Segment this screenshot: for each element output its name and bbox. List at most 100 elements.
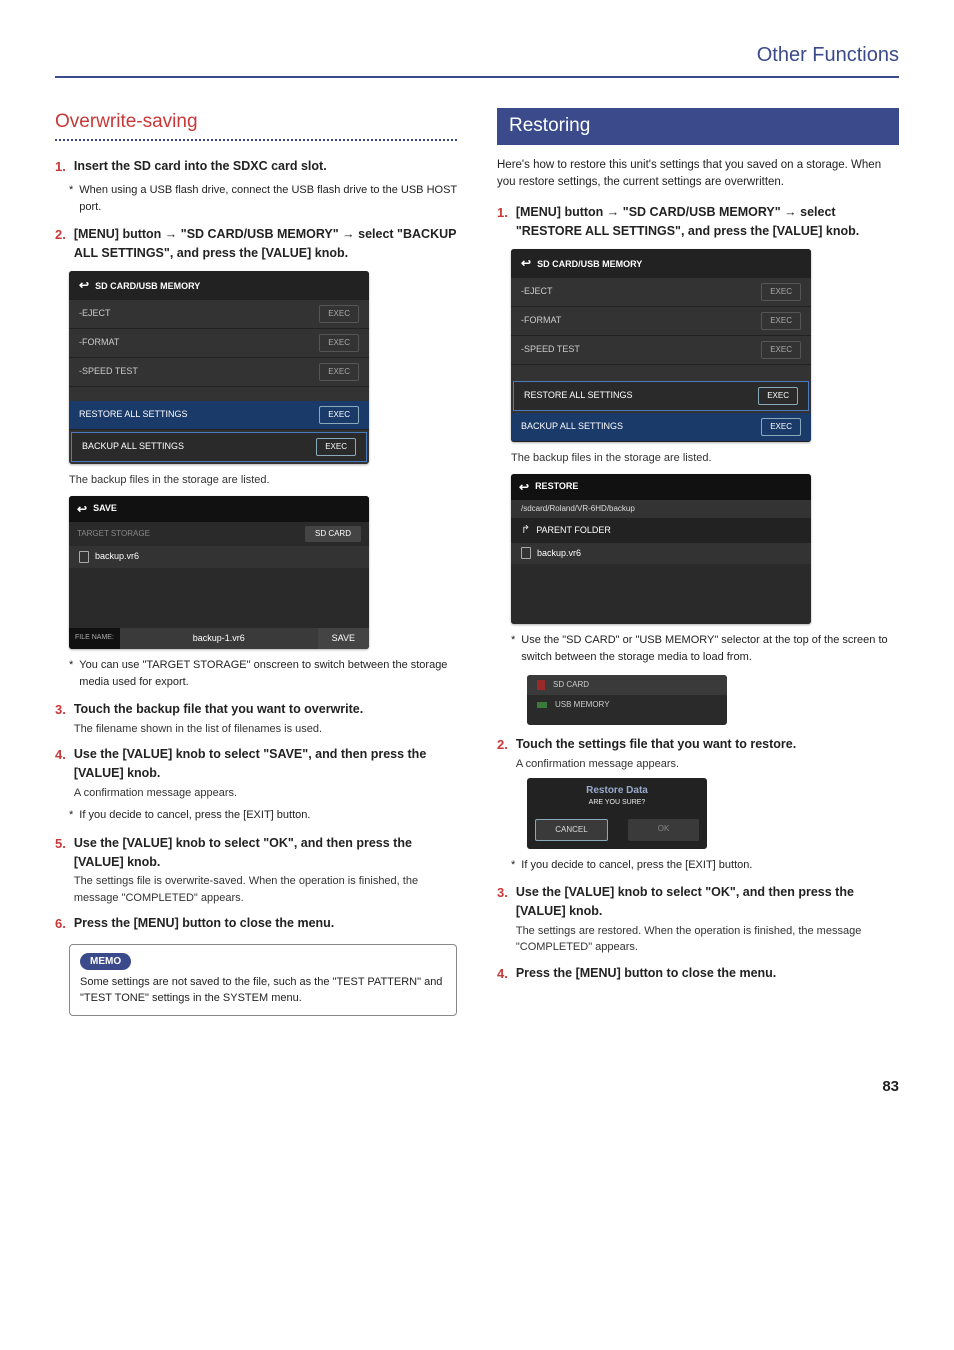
step-2: 2. [MENU] button → "SD CARD/USB MEMORY" … [55, 225, 457, 263]
selector-usb-memory[interactable]: USB MEMORY [527, 695, 727, 715]
menu-backup-all[interactable]: BACKUP ALL SETTINGSEXEC [511, 413, 811, 442]
restoring-intro: Here's how to restore this unit's settin… [497, 157, 899, 192]
step-2-title: [MENU] button → "SD CARD/USB MEMORY" → s… [74, 225, 457, 263]
step-1: 1. Insert the SD card into the SDXC card… [55, 157, 457, 177]
exec-button[interactable]: EXEC [761, 312, 801, 330]
dialog-subtitle: ARE YOU SURE? [527, 798, 707, 815]
step-4-title: Use the [VALUE] knob to select "SAVE", a… [74, 745, 457, 783]
r-step-3: 3. Use the [VALUE] knob to select "OK", … [497, 883, 899, 956]
r-step-2-sub: A confirmation message appears. [516, 756, 899, 773]
exec-button[interactable]: EXEC [319, 363, 359, 381]
step-number: 4. [497, 964, 508, 984]
menu-speed-test[interactable]: -SPEED TESTEXEC [69, 358, 369, 387]
parent-folder-row[interactable]: PARENT FOLDER [511, 518, 811, 543]
exec-button[interactable]: EXEC [319, 334, 359, 352]
filename-row: FILE NAME: backup-1.vr6 SAVE [69, 628, 369, 650]
cancel-button[interactable]: CANCEL [535, 819, 608, 841]
step-4: 4. Use the [VALUE] knob to select "SAVE"… [55, 745, 457, 801]
ok-button[interactable]: OK [628, 819, 699, 841]
file-row[interactable]: backup.vr6 [69, 546, 369, 568]
restore-confirm-dialog: Restore Data ARE YOU SURE? CANCEL OK [527, 778, 707, 849]
sd-card-icon [537, 680, 545, 690]
exec-button[interactable]: EXEC [319, 406, 359, 424]
memo-box: MEMO Some settings are not saved to the … [69, 944, 457, 1016]
r-step-2-note: *If you decide to cancel, press the [EXI… [511, 857, 899, 874]
r-step-4-title: Press the [MENU] button to close the men… [516, 964, 899, 983]
menu-format[interactable]: -FORMATEXEC [511, 307, 811, 336]
memo-text: Some settings are not saved to the file,… [80, 974, 446, 1007]
step-number: 6. [55, 914, 66, 934]
file-icon [79, 551, 89, 563]
target-storage-row: TARGET STORAGESD CARD [69, 522, 369, 546]
page-header: Other Functions [55, 40, 899, 78]
step-6: 6. Press the [MENU] button to close the … [55, 914, 457, 934]
r-step-4: 4. Press the [MENU] button to close the … [497, 964, 899, 984]
back-arrow-icon[interactable]: ↩ [519, 478, 529, 496]
step-1-note: *When using a USB flash drive, connect t… [69, 182, 457, 215]
menu-format[interactable]: -FORMATEXEC [69, 329, 369, 358]
right-column: Restoring Here's how to restore this uni… [497, 108, 899, 1016]
filename-value[interactable]: backup-1.vr6 [120, 628, 318, 650]
menu-restore-all[interactable]: RESTORE ALL SETTINGSEXEC [69, 401, 369, 430]
panel-header: ↩SD CARD/USB MEMORY [511, 249, 811, 278]
menu-restore-all-selected[interactable]: RESTORE ALL SETTINGSEXEC [513, 381, 809, 411]
step-5-sub: The settings file is overwrite-saved. Wh… [74, 873, 457, 906]
r-step-3-sub: The settings are restored. When the oper… [516, 923, 899, 956]
step-6-title: Press the [MENU] button to close the men… [74, 914, 457, 933]
restore-panel-header: ↩RESTORE [511, 474, 811, 500]
step-4-note: *If you decide to cancel, press the [EXI… [69, 807, 457, 824]
dialog-title: Restore Data [527, 778, 707, 798]
restoring-heading: Restoring [497, 108, 899, 145]
exec-button[interactable]: EXEC [761, 283, 801, 301]
step-number: 3. [55, 700, 66, 737]
exec-button[interactable]: EXEC [761, 418, 801, 436]
exec-button[interactable]: EXEC [319, 305, 359, 323]
step-1-title: Insert the SD card into the SDXC card sl… [74, 157, 457, 176]
parent-folder-icon [521, 522, 530, 539]
menu-eject[interactable]: -EJECTEXEC [511, 278, 811, 307]
exec-button[interactable]: EXEC [761, 341, 801, 359]
exec-button[interactable]: EXEC [758, 387, 798, 405]
sd-usb-memory-panel: ↩SD CARD/USB MEMORY -EJECTEXEC -FORMATEX… [69, 271, 369, 464]
restore-path: /sdcard/Roland/VR-6HD/backup [511, 500, 811, 518]
r-step-1-caption: The backup files in the storage are list… [511, 450, 899, 467]
target-storage-value[interactable]: SD CARD [305, 526, 361, 542]
step-number: 3. [497, 883, 508, 956]
save-button[interactable]: SAVE [318, 628, 369, 650]
back-arrow-icon[interactable]: ↩ [79, 276, 89, 294]
restore-panel: ↩RESTORE /sdcard/Roland/VR-6HD/backup PA… [511, 474, 811, 624]
selector-sd-card[interactable]: SD CARD [527, 675, 727, 695]
content-columns: Overwrite-saving 1. Insert the SD card i… [55, 108, 899, 1016]
r-step-2: 2. Touch the settings file that you want… [497, 735, 899, 772]
storage-selector: SD CARD USB MEMORY [527, 675, 727, 725]
page-category: Other Functions [55, 40, 899, 70]
exec-button[interactable]: EXEC [316, 438, 356, 456]
menu-speed-test[interactable]: -SPEED TESTEXEC [511, 336, 811, 365]
r-step-3-title: Use the [VALUE] knob to select "OK", and… [516, 883, 899, 921]
r-step-1-note: *Use the "SD CARD" or "USB MEMORY" selec… [511, 632, 899, 665]
memo-badge: MEMO [80, 953, 131, 970]
r-step-1-title: [MENU] button → "SD CARD/USB MEMORY" → s… [516, 203, 899, 241]
back-arrow-icon[interactable]: ↩ [521, 254, 531, 272]
overwrite-heading: Overwrite-saving [55, 108, 457, 137]
step-3: 3. Touch the backup file that you want t… [55, 700, 457, 737]
usb-icon [537, 702, 547, 708]
step-number: 2. [497, 735, 508, 772]
step-number: 1. [55, 157, 66, 177]
step-3-title: Touch the backup file that you want to o… [74, 700, 457, 719]
file-icon [521, 547, 531, 559]
file-row[interactable]: backup.vr6 [511, 543, 811, 565]
step-3-sub: The filename shown in the list of filena… [74, 721, 457, 738]
filename-label: FILE NAME: [69, 629, 120, 648]
save-panel-header: ↩SAVE [69, 496, 369, 522]
menu-backup-all-selected[interactable]: BACKUP ALL SETTINGSEXEC [71, 432, 367, 462]
sd-usb-memory-panel: ↩SD CARD/USB MEMORY -EJECTEXEC -FORMATEX… [511, 249, 811, 442]
menu-eject[interactable]: -EJECTEXEC [69, 300, 369, 329]
page-number: 83 [55, 1076, 899, 1099]
file-list-empty [511, 564, 811, 624]
save-panel: ↩SAVE TARGET STORAGESD CARD backup.vr6 F… [69, 496, 369, 649]
r-step-2-title: Touch the settings file that you want to… [516, 735, 899, 754]
panel-header: ↩SD CARD/USB MEMORY [69, 271, 369, 300]
dotted-rule [55, 139, 457, 141]
back-arrow-icon[interactable]: ↩ [77, 500, 87, 518]
